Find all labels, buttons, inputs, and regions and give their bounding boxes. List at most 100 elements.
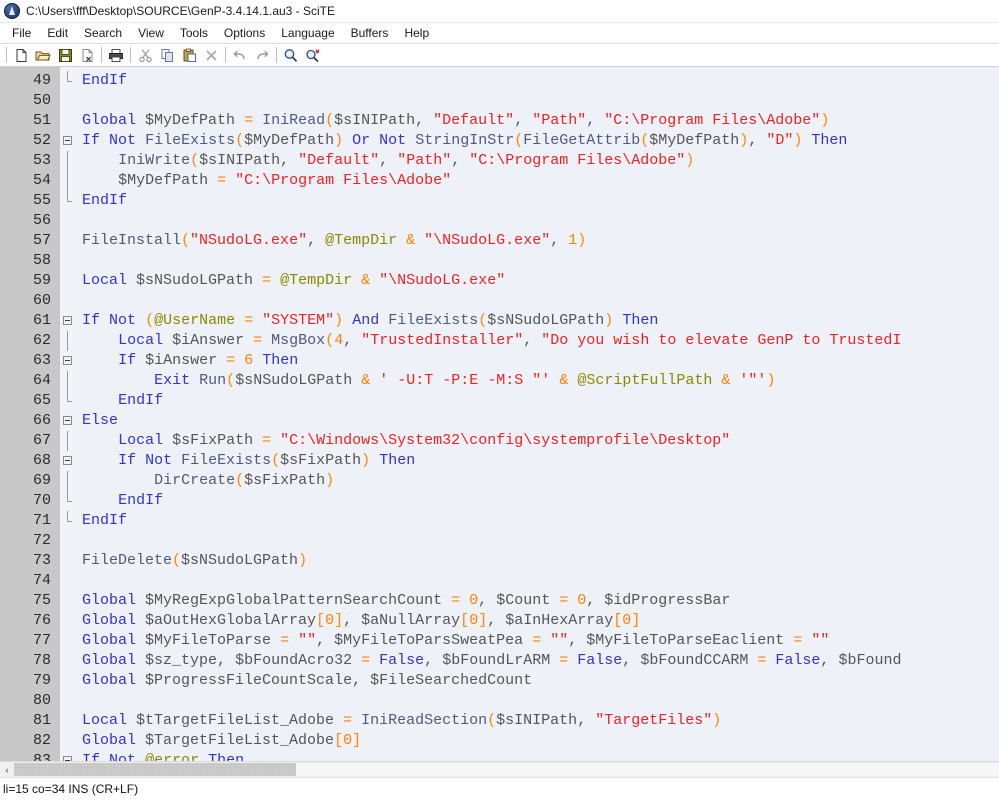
code-line: Local $sNSudoLGPath = @TempDir & "\NSudo… (82, 271, 999, 291)
fold-marker-row[interactable] (60, 111, 76, 131)
menu-options[interactable]: Options (216, 24, 273, 43)
status-bar: li=15 co=34 INS (CR+LF) (0, 777, 999, 800)
line-number: 60 (0, 291, 60, 311)
fold-marker-row[interactable] (60, 231, 76, 251)
line-number: 49 (0, 71, 60, 91)
fold-marker-row[interactable] (60, 431, 76, 451)
fold-connector (67, 371, 68, 391)
fold-marker-row[interactable] (60, 191, 76, 211)
copy-button[interactable] (156, 45, 178, 65)
fold-marker-row[interactable] (60, 591, 76, 611)
fold-marker-row[interactable] (60, 751, 76, 761)
fold-marker-row[interactable] (60, 271, 76, 291)
paste-button[interactable] (178, 45, 200, 65)
line-number: 50 (0, 91, 60, 111)
line-number: 81 (0, 711, 60, 731)
code-line: Exit Run($sNSudoLGPath & ' -U:T -P:E -M:… (82, 371, 999, 391)
line-number: 82 (0, 731, 60, 751)
fold-marker-row[interactable] (60, 211, 76, 231)
fold-marker-row[interactable] (60, 371, 76, 391)
fold-marker-row[interactable] (60, 331, 76, 351)
menu-help[interactable]: Help (396, 24, 437, 43)
redo-button[interactable] (251, 45, 273, 65)
new-file-button[interactable] (10, 45, 32, 65)
save-file-button[interactable] (54, 45, 76, 65)
find-button[interactable] (280, 45, 302, 65)
fold-end-marker (67, 491, 68, 502)
cut-button[interactable] (134, 45, 156, 65)
fold-marker-row[interactable] (60, 491, 76, 511)
editor-area[interactable]: 4950515253545556575859606162636465666768… (0, 67, 999, 761)
code-line: FileInstall("NSudoLG.exe", @TempDir & "\… (82, 231, 999, 251)
fold-margin[interactable] (60, 67, 76, 761)
fold-collapse-icon[interactable] (63, 316, 72, 325)
line-number: 55 (0, 191, 60, 211)
fold-marker-row[interactable] (60, 91, 76, 111)
code-line (82, 571, 999, 591)
fold-marker-row[interactable] (60, 291, 76, 311)
fold-marker-row[interactable] (60, 311, 76, 331)
menu-view[interactable]: View (130, 24, 172, 43)
undo-icon (232, 48, 248, 63)
fold-collapse-icon[interactable] (63, 356, 72, 365)
line-number: 80 (0, 691, 60, 711)
fold-marker-row[interactable] (60, 471, 76, 491)
line-number: 67 (0, 431, 60, 451)
code-line: If Not FileExists($MyDefPath) Or Not Str… (82, 131, 999, 151)
line-number: 59 (0, 271, 60, 291)
menu-bar: File Edit Search View Tools Options Lang… (0, 23, 999, 44)
fold-marker-row[interactable] (60, 391, 76, 411)
code-line: Local $sFixPath = "C:\Windows\System32\c… (82, 431, 999, 451)
menu-edit[interactable]: Edit (39, 24, 76, 43)
code-line: If Not FileExists($sFixPath) Then (82, 451, 999, 471)
fold-marker-row[interactable] (60, 451, 76, 471)
line-number: 51 (0, 111, 60, 131)
replace-button[interactable] (302, 45, 324, 65)
fold-end-marker (67, 511, 68, 522)
fold-marker-row[interactable] (60, 691, 76, 711)
fold-marker-row[interactable] (60, 351, 76, 371)
fold-collapse-icon[interactable] (63, 456, 72, 465)
line-number: 57 (0, 231, 60, 251)
fold-marker-row[interactable] (60, 411, 76, 431)
delete-button[interactable] (200, 45, 222, 65)
toolbar-separator (130, 47, 131, 63)
fold-marker-row[interactable] (60, 551, 76, 571)
undo-button[interactable] (229, 45, 251, 65)
hscroll-left-arrow-icon[interactable]: ‹ (0, 762, 14, 777)
open-file-button[interactable] (32, 45, 54, 65)
fold-marker-row[interactable] (60, 571, 76, 591)
hscroll-thumb[interactable] (14, 763, 296, 776)
fold-collapse-icon[interactable] (63, 136, 72, 145)
close-file-button[interactable] (76, 45, 98, 65)
delete-icon (204, 48, 219, 63)
fold-marker-row[interactable] (60, 251, 76, 271)
code-line: DirCreate($sFixPath) (82, 471, 999, 491)
fold-marker-row[interactable] (60, 731, 76, 751)
fold-marker-row[interactable] (60, 531, 76, 551)
fold-marker-row[interactable] (60, 171, 76, 191)
fold-marker-row[interactable] (60, 511, 76, 531)
menu-buffers[interactable]: Buffers (343, 24, 397, 43)
fold-collapse-icon[interactable] (63, 416, 72, 425)
fold-marker-row[interactable] (60, 151, 76, 171)
toolbar (0, 44, 999, 67)
line-number: 61 (0, 311, 60, 331)
menu-language[interactable]: Language (273, 24, 342, 43)
code-line: Global $MyRegExpGlobalPatternSearchCount… (82, 591, 999, 611)
code-line: Local $tTargetFileList_Adobe = IniReadSe… (82, 711, 999, 731)
print-button[interactable] (105, 45, 127, 65)
menu-search[interactable]: Search (76, 24, 130, 43)
fold-marker-row[interactable] (60, 671, 76, 691)
menu-tools[interactable]: Tools (172, 24, 216, 43)
horizontal-scrollbar[interactable]: ‹ (0, 761, 999, 777)
fold-marker-row[interactable] (60, 131, 76, 151)
fold-marker-row[interactable] (60, 711, 76, 731)
find-icon (283, 48, 299, 63)
fold-marker-row[interactable] (60, 631, 76, 651)
code-text-area[interactable]: EndIf Global $MyDefPath = IniRead($sINIP… (76, 67, 999, 761)
menu-file[interactable]: File (4, 24, 39, 43)
fold-marker-row[interactable] (60, 651, 76, 671)
fold-marker-row[interactable] (60, 611, 76, 631)
fold-marker-row[interactable] (60, 71, 76, 91)
